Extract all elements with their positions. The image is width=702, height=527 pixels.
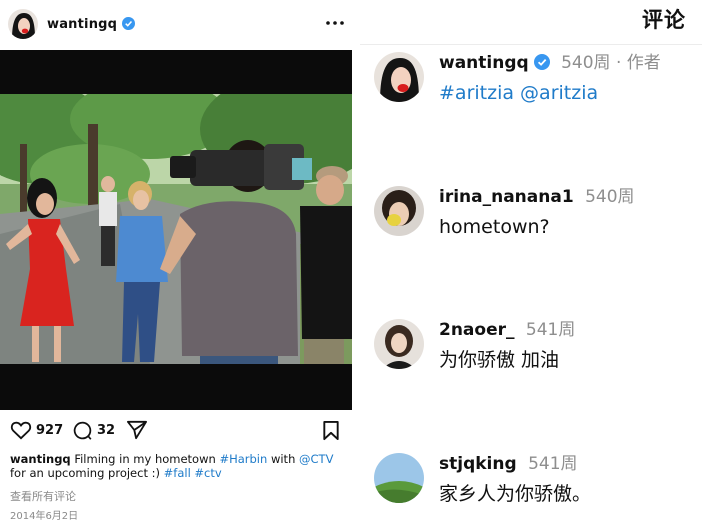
avatar[interactable] <box>374 186 424 236</box>
comment-meta: stjqking 541周 <box>439 453 699 475</box>
share-action[interactable] <box>126 420 148 440</box>
caption-username[interactable]: wantingq <box>10 452 71 466</box>
verified-badge-icon <box>122 16 136 30</box>
comment-action[interactable]: 32 <box>72 420 115 441</box>
post-photo[interactable] <box>0 50 352 410</box>
post-actions: 927 32 <box>0 418 352 444</box>
post-date: 2014年6月2日 <box>10 511 79 522</box>
caption-text: for an upcoming project :) <box>10 466 160 480</box>
comment-body: irina_nanana1 540周 hometown? <box>439 186 699 240</box>
comments-title: 评论 <box>642 8 686 32</box>
divider <box>360 44 702 45</box>
comment-text: hometown? <box>439 216 550 238</box>
comment-time: 540周 <box>561 53 611 73</box>
comment-username[interactable]: wantingq <box>439 53 529 73</box>
avatar[interactable] <box>374 319 424 369</box>
like-action[interactable]: 927 <box>10 420 63 440</box>
author-label: · 作者 <box>615 53 661 73</box>
caption-hashtag[interactable]: #ctv <box>194 466 221 480</box>
comment-text: 家乡人为你骄傲。 <box>439 483 592 505</box>
post-username-text[interactable]: wantingq <box>47 17 117 32</box>
caption-mention[interactable]: @CTV <box>299 452 333 466</box>
avatar[interactable] <box>374 52 424 102</box>
comment-text: #aritzia @aritzia <box>439 80 699 106</box>
comment-meta: wantingq 540周 · 作者 <box>439 52 699 74</box>
bookmark-icon[interactable] <box>322 420 340 441</box>
like-count: 927 <box>36 422 64 438</box>
save-action[interactable] <box>322 420 340 441</box>
comment-icon[interactable] <box>72 420 93 441</box>
verified-badge-icon <box>533 54 550 70</box>
comment-body: 2naoer_ 541周 为你骄傲 加油 <box>439 319 699 373</box>
share-icon[interactable] <box>126 420 148 440</box>
more-options-icon[interactable] <box>324 14 346 32</box>
post-panel: wantingq 927 32 wantingq Filming in my h… <box>0 0 360 527</box>
post-username[interactable]: wantingq <box>47 16 136 32</box>
caption-hashtag[interactable]: #fall <box>164 466 191 480</box>
comments-panel: 评论 wantingq 540周 · 作者 #aritzia @aritzia <box>360 0 702 527</box>
comment-hashtag[interactable]: #aritzia <box>439 82 514 104</box>
caption-text: with <box>270 452 296 466</box>
view-all-comments-link[interactable]: 查看所有评论 <box>10 488 76 504</box>
comment-meta: irina_nanana1 540周 <box>439 186 699 208</box>
comment-time: 540周 <box>585 187 635 207</box>
post-header: wantingq <box>0 0 360 48</box>
comment-username[interactable]: 2naoer_ <box>439 320 515 340</box>
comment-text: 为你骄傲 加油 <box>439 349 560 371</box>
comment-mention[interactable]: @aritzia <box>520 82 598 104</box>
avatar[interactable] <box>374 453 424 503</box>
comment-count: 32 <box>97 423 116 438</box>
caption-text: Filming in my hometown <box>74 452 216 466</box>
caption-hashtag[interactable]: #Harbin <box>219 452 267 466</box>
comment-username[interactable]: stjqking <box>439 454 517 474</box>
comment-meta: 2naoer_ 541周 <box>439 319 699 341</box>
comment-username[interactable]: irina_nanana1 <box>439 187 574 207</box>
comment-body: stjqking 541周 家乡人为你骄傲。 <box>439 453 699 507</box>
comment-time: 541周 <box>525 320 576 340</box>
avatar[interactable] <box>8 9 38 39</box>
heart-icon[interactable] <box>10 420 32 440</box>
photo-scene <box>0 94 352 364</box>
comment-body: wantingq 540周 · 作者 #aritzia @aritzia <box>439 52 699 106</box>
comment-time: 541周 <box>528 454 578 474</box>
post-caption: wantingq Filming in my hometown #Harbin … <box>10 452 352 480</box>
